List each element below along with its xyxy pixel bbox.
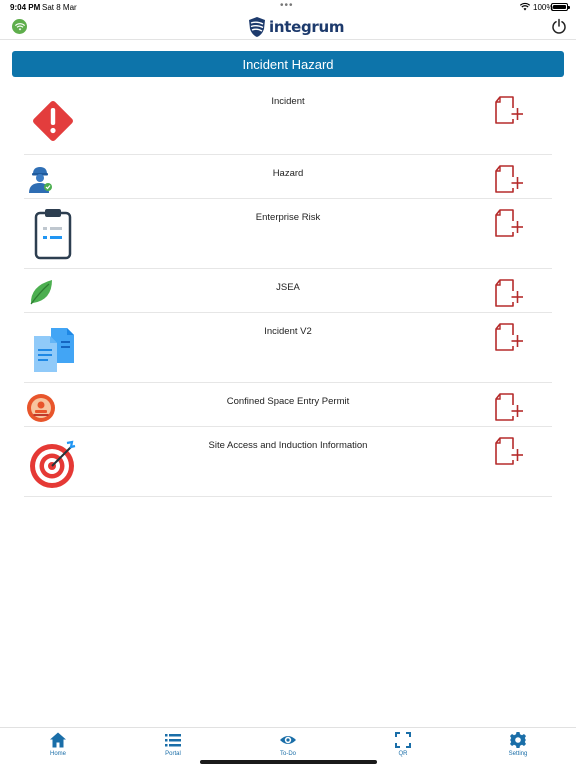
list-item-incident-v2[interactable]: Incident V2: [24, 313, 552, 383]
status-bar: 9:04 PM Sat 8 Mar ••• 100%: [0, 0, 576, 14]
status-time: 9:04 PM: [10, 3, 41, 12]
add-document-icon[interactable]: [493, 436, 523, 467]
power-icon[interactable]: [551, 18, 567, 34]
tab-label: To-Do: [279, 751, 296, 757]
form-label: Confined Space Entry Permit: [226, 396, 350, 407]
status-date: Sat 8 Mar: [42, 3, 77, 12]
list-icon: [165, 734, 181, 747]
form-label: Site Access and Induction Information: [208, 440, 368, 451]
qr-scan-icon: [395, 732, 411, 748]
integrum-logo: integrum: [248, 14, 345, 40]
tab-to-do[interactable]: To-Do: [258, 731, 318, 757]
add-document-icon[interactable]: [493, 208, 523, 239]
form-label: Incident: [271, 96, 305, 107]
add-document-icon[interactable]: [493, 95, 523, 126]
tab-label: Setting: [508, 751, 528, 757]
battery-icon: [551, 3, 570, 11]
tab-home[interactable]: Home: [28, 731, 88, 757]
gear-icon: [510, 732, 526, 748]
list-item-incident[interactable]: Incident: [24, 83, 552, 155]
tab-portal[interactable]: Portal: [143, 731, 203, 757]
page-title: Incident Hazard: [12, 51, 564, 77]
add-document-icon[interactable]: [493, 164, 523, 195]
home-indicator[interactable]: [200, 760, 377, 764]
app-header: integrum: [0, 14, 576, 40]
wifi-icon[interactable]: [12, 19, 27, 34]
tab-setting[interactable]: Setting: [488, 731, 548, 757]
multitasking-dots[interactable]: •••: [280, 0, 294, 11]
list-item-site-access-and-induction-information[interactable]: Site Access and Induction Information: [24, 427, 552, 497]
home-icon: [50, 732, 66, 748]
logo-text: integrum: [269, 18, 345, 36]
list-item-confined-space-entry-permit[interactable]: Confined Space Entry Permit: [24, 383, 552, 427]
wifi-status-icon: [520, 2, 530, 11]
add-document-icon[interactable]: [493, 278, 523, 309]
form-label: Enterprise Risk: [255, 212, 321, 223]
eye-icon: [280, 736, 296, 744]
form-label: JSEA: [276, 282, 300, 293]
list-item-hazard[interactable]: Hazard: [24, 155, 552, 199]
tab-label: Portal: [165, 751, 181, 757]
list-item-enterprise-risk[interactable]: Enterprise Risk: [24, 199, 552, 269]
form-label: Incident V2: [264, 326, 312, 337]
form-label: Hazard: [272, 168, 304, 179]
tab-label: QR: [398, 751, 408, 757]
add-document-icon[interactable]: [493, 392, 523, 423]
shield-logo-icon: [249, 17, 265, 37]
form-list: Incident Hazard Enterprise Risk JSEA Inc…: [24, 83, 552, 497]
list-item-jsea[interactable]: JSEA: [24, 269, 552, 313]
tab-label: Home: [49, 751, 66, 757]
add-document-icon[interactable]: [493, 322, 523, 353]
tab-qr[interactable]: QR: [373, 731, 433, 757]
